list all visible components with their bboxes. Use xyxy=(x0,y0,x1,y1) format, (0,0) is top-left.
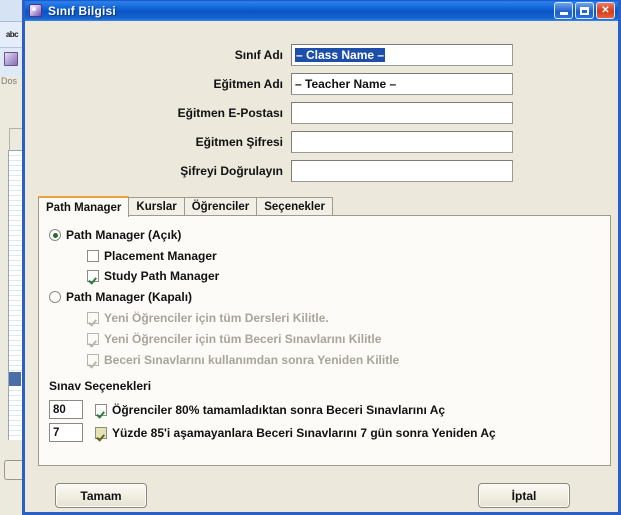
checkbox-reopen-skill-exams-row[interactable]: Yüzde 85'i aşamayanlara Beceri Sınavları… xyxy=(95,426,496,440)
window-controls: ✕ xyxy=(554,2,615,19)
input-teacher-name[interactable]: – Teacher Name – xyxy=(291,73,513,95)
checkbox-checked-disabled-icon xyxy=(87,333,99,345)
exam-option-row-retry-days: 7 Yüzde 85'i aşamayanlara Beceri Sınavla… xyxy=(49,423,496,442)
input-class-name-value: – Class Name – xyxy=(295,48,386,62)
ok-button-label: Tamam xyxy=(80,488,122,503)
background-button[interactable] xyxy=(4,460,22,480)
radio-path-manager-open-label: Path Manager (Açık) xyxy=(66,228,182,242)
tab-secenekler-label: Seçenekler xyxy=(264,201,325,213)
input-completion-percent[interactable]: 80 xyxy=(49,400,83,419)
label-class-name: Sınıf Adı xyxy=(234,48,283,62)
field-row-teacher-password: Eğitmen Şifresi xyxy=(25,130,618,154)
checkbox-placement-manager-label: Placement Manager xyxy=(104,249,217,263)
label-confirm-password: Şifreyi Doğrulayın xyxy=(180,164,283,178)
checkbox-placement-manager-row[interactable]: Placement Manager xyxy=(87,249,217,263)
checkbox-checked-focused-icon[interactable] xyxy=(95,426,107,439)
checkbox-checked-disabled-icon xyxy=(87,354,99,366)
checkbox-lock-skill-exams-row: Yeni Öğrenciler için tüm Beceri Sınavlar… xyxy=(87,332,381,346)
input-class-name[interactable]: – Class Name – xyxy=(291,44,513,66)
checkbox-checked-icon[interactable] xyxy=(87,270,99,282)
cube-icon xyxy=(28,3,44,19)
input-teacher-email[interactable] xyxy=(291,102,513,124)
cube-icon xyxy=(4,52,18,66)
tab-kurslar[interactable]: Kurslar xyxy=(128,197,185,216)
window-titlebar[interactable]: Sınıf Bilgisi ✕ xyxy=(25,0,618,21)
radio-path-manager-closed-label: Path Manager (Kapalı) xyxy=(66,290,193,304)
checkbox-open-skill-exams-row[interactable]: Öğrenciler 80% tamamladıktan sonra Becer… xyxy=(95,403,445,417)
settings-tabcontrol: Path Manager Kurslar Öğrenciler Seçenekl… xyxy=(38,196,611,466)
field-row-teacher-email: Eğitmen E-Postası xyxy=(25,101,618,125)
exam-options-title: Sınav Seçenekleri xyxy=(49,379,152,393)
background-scrollbar[interactable] xyxy=(8,150,22,440)
checkbox-lock-lessons-row: Yeni Öğrenciler için tüm Dersleri Kilitl… xyxy=(87,311,329,325)
checkbox-unchecked-icon[interactable] xyxy=(87,250,99,262)
label-teacher-email: Eğitmen E-Postası xyxy=(177,106,283,120)
tabpanel-path-manager: Path Manager (Açık) Placement Manager St… xyxy=(38,215,611,466)
minimize-icon xyxy=(559,12,568,15)
background-toolbar-abc-label: abc xyxy=(0,22,24,48)
radio-on-icon[interactable] xyxy=(49,229,61,241)
input-teacher-password[interactable] xyxy=(291,131,513,153)
background-application: abc Dos xyxy=(0,0,24,515)
background-panel-frame xyxy=(9,128,23,152)
radio-path-manager-closed-row[interactable]: Path Manager (Kapalı) xyxy=(49,290,192,304)
window-title: Sınıf Bilgisi xyxy=(48,3,116,18)
cancel-button[interactable]: İptal xyxy=(478,483,570,508)
radio-path-manager-open-row[interactable]: Path Manager (Açık) xyxy=(49,228,181,242)
field-row-teacher-name: Eğitmen Adı – Teacher Name – xyxy=(25,72,618,96)
background-scrollbar-thumb[interactable] xyxy=(9,372,21,386)
close-icon: ✕ xyxy=(601,4,610,16)
label-teacher-password: Eğitmen Şifresi xyxy=(195,135,283,149)
checkbox-checked-disabled-icon xyxy=(87,312,99,324)
radio-off-icon[interactable] xyxy=(49,291,61,303)
field-row-class-name: Sınıf Adı – Class Name – xyxy=(25,43,618,67)
tab-ogrenciler[interactable]: Öğrenciler xyxy=(183,197,258,216)
checkbox-checked-icon[interactable] xyxy=(95,403,107,416)
checkbox-relock-after-use-row: Beceri Sınavlarını kullanımdan sonra Yen… xyxy=(87,353,399,367)
minimize-button[interactable] xyxy=(554,2,573,19)
tab-secenekler[interactable]: Seçenekler xyxy=(256,197,333,216)
input-teacher-name-value: – Teacher Name – xyxy=(295,77,397,91)
background-toolbar xyxy=(0,0,24,22)
input-retry-days[interactable]: 7 xyxy=(49,423,83,442)
close-button[interactable]: ✕ xyxy=(596,2,615,19)
maximize-button[interactable] xyxy=(575,2,594,19)
tab-path-manager-label: Path Manager xyxy=(46,201,122,214)
class-info-dialog: Sınıf Bilgisi ✕ Sınıf Adı – Class Name –… xyxy=(22,0,621,515)
tab-kurslar-label: Kurslar xyxy=(136,201,177,213)
maximize-icon xyxy=(580,6,589,15)
class-info-form: Sınıf Adı – Class Name – Eğitmen Adı – T… xyxy=(25,21,618,186)
exam-option-row-completion: 80 Öğrenciler 80% tamamladıktan sonra Be… xyxy=(49,400,445,419)
checkbox-study-path-manager-row[interactable]: Study Path Manager xyxy=(87,269,219,283)
checkbox-reopen-skill-exams-label: Yüzde 85'i aşamayanlara Beceri Sınavları… xyxy=(112,425,496,440)
background-menu-label: Dos xyxy=(1,76,18,86)
field-row-confirm-password: Şifreyi Doğrulayın xyxy=(25,159,618,183)
checkbox-lock-lessons-label: Yeni Öğrenciler için tüm Dersleri Kilitl… xyxy=(104,311,329,325)
input-confirm-password[interactable] xyxy=(291,160,513,182)
label-teacher-name: Eğitmen Adı xyxy=(213,77,283,91)
tabstrip: Path Manager Kurslar Öğrenciler Seçenekl… xyxy=(38,196,611,217)
tab-ogrenciler-label: Öğrenciler xyxy=(191,201,250,213)
checkbox-relock-after-use-label: Beceri Sınavlarını kullanımdan sonra Yen… xyxy=(104,353,400,367)
checkbox-study-path-manager-label: Study Path Manager xyxy=(104,269,220,283)
cancel-button-label: İptal xyxy=(511,488,537,503)
tab-path-manager[interactable]: Path Manager xyxy=(38,196,130,217)
checkbox-lock-skill-exams-label: Yeni Öğrenciler için tüm Beceri Sınavlar… xyxy=(104,332,382,346)
checkbox-open-skill-exams-label: Öğrenciler 80% tamamladıktan sonra Becer… xyxy=(112,402,446,417)
ok-button[interactable]: Tamam xyxy=(55,483,147,508)
